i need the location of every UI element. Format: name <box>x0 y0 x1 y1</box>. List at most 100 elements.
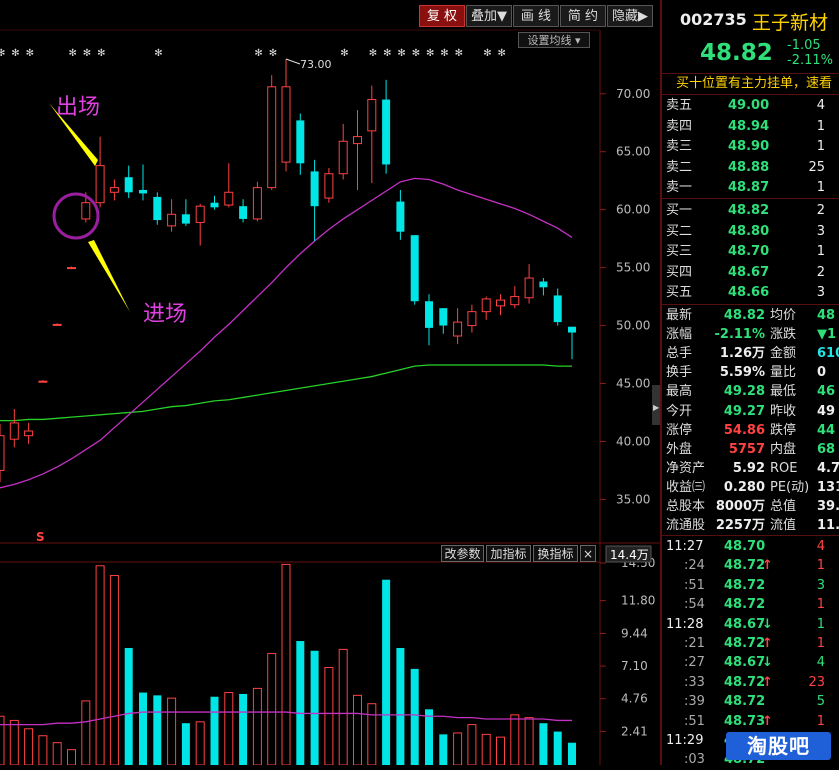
bid-row[interactable]: 买五 48.66 3 <box>662 283 839 302</box>
candle-body-down <box>153 196 162 221</box>
tick-row[interactable]: :51 48.72 3 <box>662 576 839 596</box>
restore-rights-button[interactable]: 复 权 <box>419 5 465 27</box>
stat-value: ▼1 <box>817 327 837 343</box>
bid-row[interactable]: 买一 48.82 2 <box>662 201 839 220</box>
ask-volume: 1 <box>816 180 825 195</box>
ask-row[interactable]: 卖一 48.87 1 <box>662 178 839 197</box>
stat-row: 总手 1.26万金额 610 <box>662 344 839 363</box>
stat-value: -2.11% <box>714 327 766 343</box>
volume-bar-up <box>195 721 205 765</box>
event-flag-icon: ✻ <box>340 48 348 59</box>
bid-label: 买五 <box>666 285 693 300</box>
volume-bar-up <box>267 653 277 765</box>
stat-label: 总股本 <box>666 499 706 514</box>
stat-label: 总值 <box>770 499 797 514</box>
volume-bar-down <box>239 693 248 765</box>
draw-line-button[interactable]: 画 线 <box>513 5 559 27</box>
down-arrow-icon: ↓ <box>762 616 773 632</box>
tick-time: 11:29 <box>666 733 704 748</box>
overlay-button[interactable]: 叠加▼ <box>466 5 512 27</box>
main-force-notice-link[interactable]: 买十位置有主力挂单，速看 <box>662 73 839 95</box>
ask-row[interactable]: 卖三 48.90 1 <box>662 137 839 156</box>
stat-value: 4.7 <box>817 460 839 476</box>
orderbook-divider <box>662 198 839 199</box>
candle-body-up <box>195 205 205 223</box>
up-arrow-icon: ↑ <box>762 674 773 690</box>
candle-body-down <box>410 235 419 302</box>
ask-row[interactable]: 卖二 48.88 25 <box>662 158 839 177</box>
tick-row[interactable]: :24 48.72 ↑ 1 <box>662 556 839 576</box>
bid-label: 买二 <box>666 223 693 239</box>
collapse-arrow-icon: ▶ <box>653 403 660 412</box>
hide-panel-button[interactable]: 隐藏▶ <box>607 5 653 27</box>
ma-settings-dropdown[interactable]: 设置均线 ▾ <box>518 32 590 48</box>
stat-label: 流通股 <box>666 518 706 534</box>
candle-body-up <box>481 298 491 313</box>
ask-volume: 25 <box>808 159 825 175</box>
tick-row[interactable]: :33 48.72 ↑ 23 <box>662 673 839 693</box>
tick-row[interactable]: :39 48.72 5 <box>662 692 839 712</box>
close-indicator-button[interactable]: × <box>580 545 596 562</box>
stat-label: 外盘 <box>666 441 693 457</box>
add-indicator-button[interactable]: 加指标 <box>486 545 531 562</box>
stat-value: 0.280 <box>723 479 765 495</box>
ask-row[interactable]: 卖五 49.00 4 <box>662 96 839 115</box>
stat-value: 1.26万 <box>719 346 765 362</box>
tick-volume: 5 <box>816 694 825 710</box>
stat-row: 涨停 54.86 跌停 44 <box>662 421 839 440</box>
stat-value: 48 <box>817 308 836 323</box>
edit-params-button[interactable]: 改参数 <box>441 545 484 562</box>
tick-price: 48.72 <box>724 597 766 613</box>
entry-circle <box>52 192 100 240</box>
kline-chart-panel[interactable]: 70.00 65.00 60.00 55.00 50.00 45.00 40.00 35.00… <box>0 0 660 765</box>
event-flag-icon: ✻ <box>383 48 391 59</box>
bid-volume: 1 <box>816 244 825 259</box>
bid-price: 48.70 <box>728 244 770 259</box>
ask-label: 卖三 <box>666 139 693 154</box>
candle-body-down <box>181 214 190 224</box>
tick-row[interactable]: :27 48.67 ↓ 4 <box>662 653 839 673</box>
tick-row[interactable]: 11:28 48.67 ↓ 1 <box>662 615 839 635</box>
bid-label: 买一 <box>666 203 693 218</box>
bid-price: 48.82 <box>728 203 770 218</box>
volume-axis-label: 11.80 <box>621 594 655 608</box>
stat-value: 5757 <box>728 441 765 457</box>
stat-label: ROE <box>770 460 798 476</box>
volume-bar-down <box>568 742 576 765</box>
tick-row[interactable]: :54 48.72 1 <box>662 595 839 615</box>
price-change: -1.05 <box>787 38 821 53</box>
volume-bar-down <box>382 579 391 765</box>
volume-bar-up <box>0 715 5 765</box>
stat-value: 5.59% <box>719 365 765 381</box>
bid-row[interactable]: 买三 48.70 1 <box>662 242 839 261</box>
volume-bar-up <box>52 742 62 765</box>
chart-canvas[interactable]: 70.00 65.00 60.00 55.00 50.00 45.00 40.00 35.00… <box>0 0 660 765</box>
ask-row[interactable]: 卖四 48.94 1 <box>662 117 839 136</box>
candle-body-down <box>553 295 562 323</box>
stat-label: 均价 <box>770 308 797 323</box>
stat-label: 涨停 <box>666 422 693 438</box>
tick-row[interactable]: :21 48.72 ↑ 1 <box>662 634 839 654</box>
stat-label: 最高 <box>666 384 693 400</box>
stat-value: 49.27 <box>723 403 765 419</box>
candle-body-down <box>439 308 448 326</box>
ask-price: 48.90 <box>728 139 770 154</box>
stat-value: 46 <box>817 384 836 400</box>
stock-code: 002735 <box>680 10 747 29</box>
volume-bar-down <box>539 723 548 765</box>
candle-body-up <box>524 277 534 299</box>
stat-value: 610 <box>817 346 839 362</box>
stat-label: 总手 <box>666 346 693 362</box>
bid-row[interactable]: 买四 48.67 2 <box>662 263 839 282</box>
candle-body-up <box>324 173 334 199</box>
simple-mode-button[interactable]: 简 约 <box>560 5 606 27</box>
volume-bar-down <box>425 709 433 765</box>
bid-price: 48.80 <box>728 223 770 239</box>
switch-indicator-button[interactable]: 换指标 <box>533 545 578 562</box>
tick-price: 48.67 <box>724 616 766 632</box>
bid-row[interactable]: 买二 48.80 3 <box>662 222 839 241</box>
event-flag-icon: ✻ <box>254 48 262 59</box>
ask-volume: 1 <box>816 139 825 154</box>
tick-row[interactable]: 11:27 48.70 4 <box>662 537 839 557</box>
tick-row[interactable]: :51 48.73 ↑ 1 <box>662 712 839 732</box>
